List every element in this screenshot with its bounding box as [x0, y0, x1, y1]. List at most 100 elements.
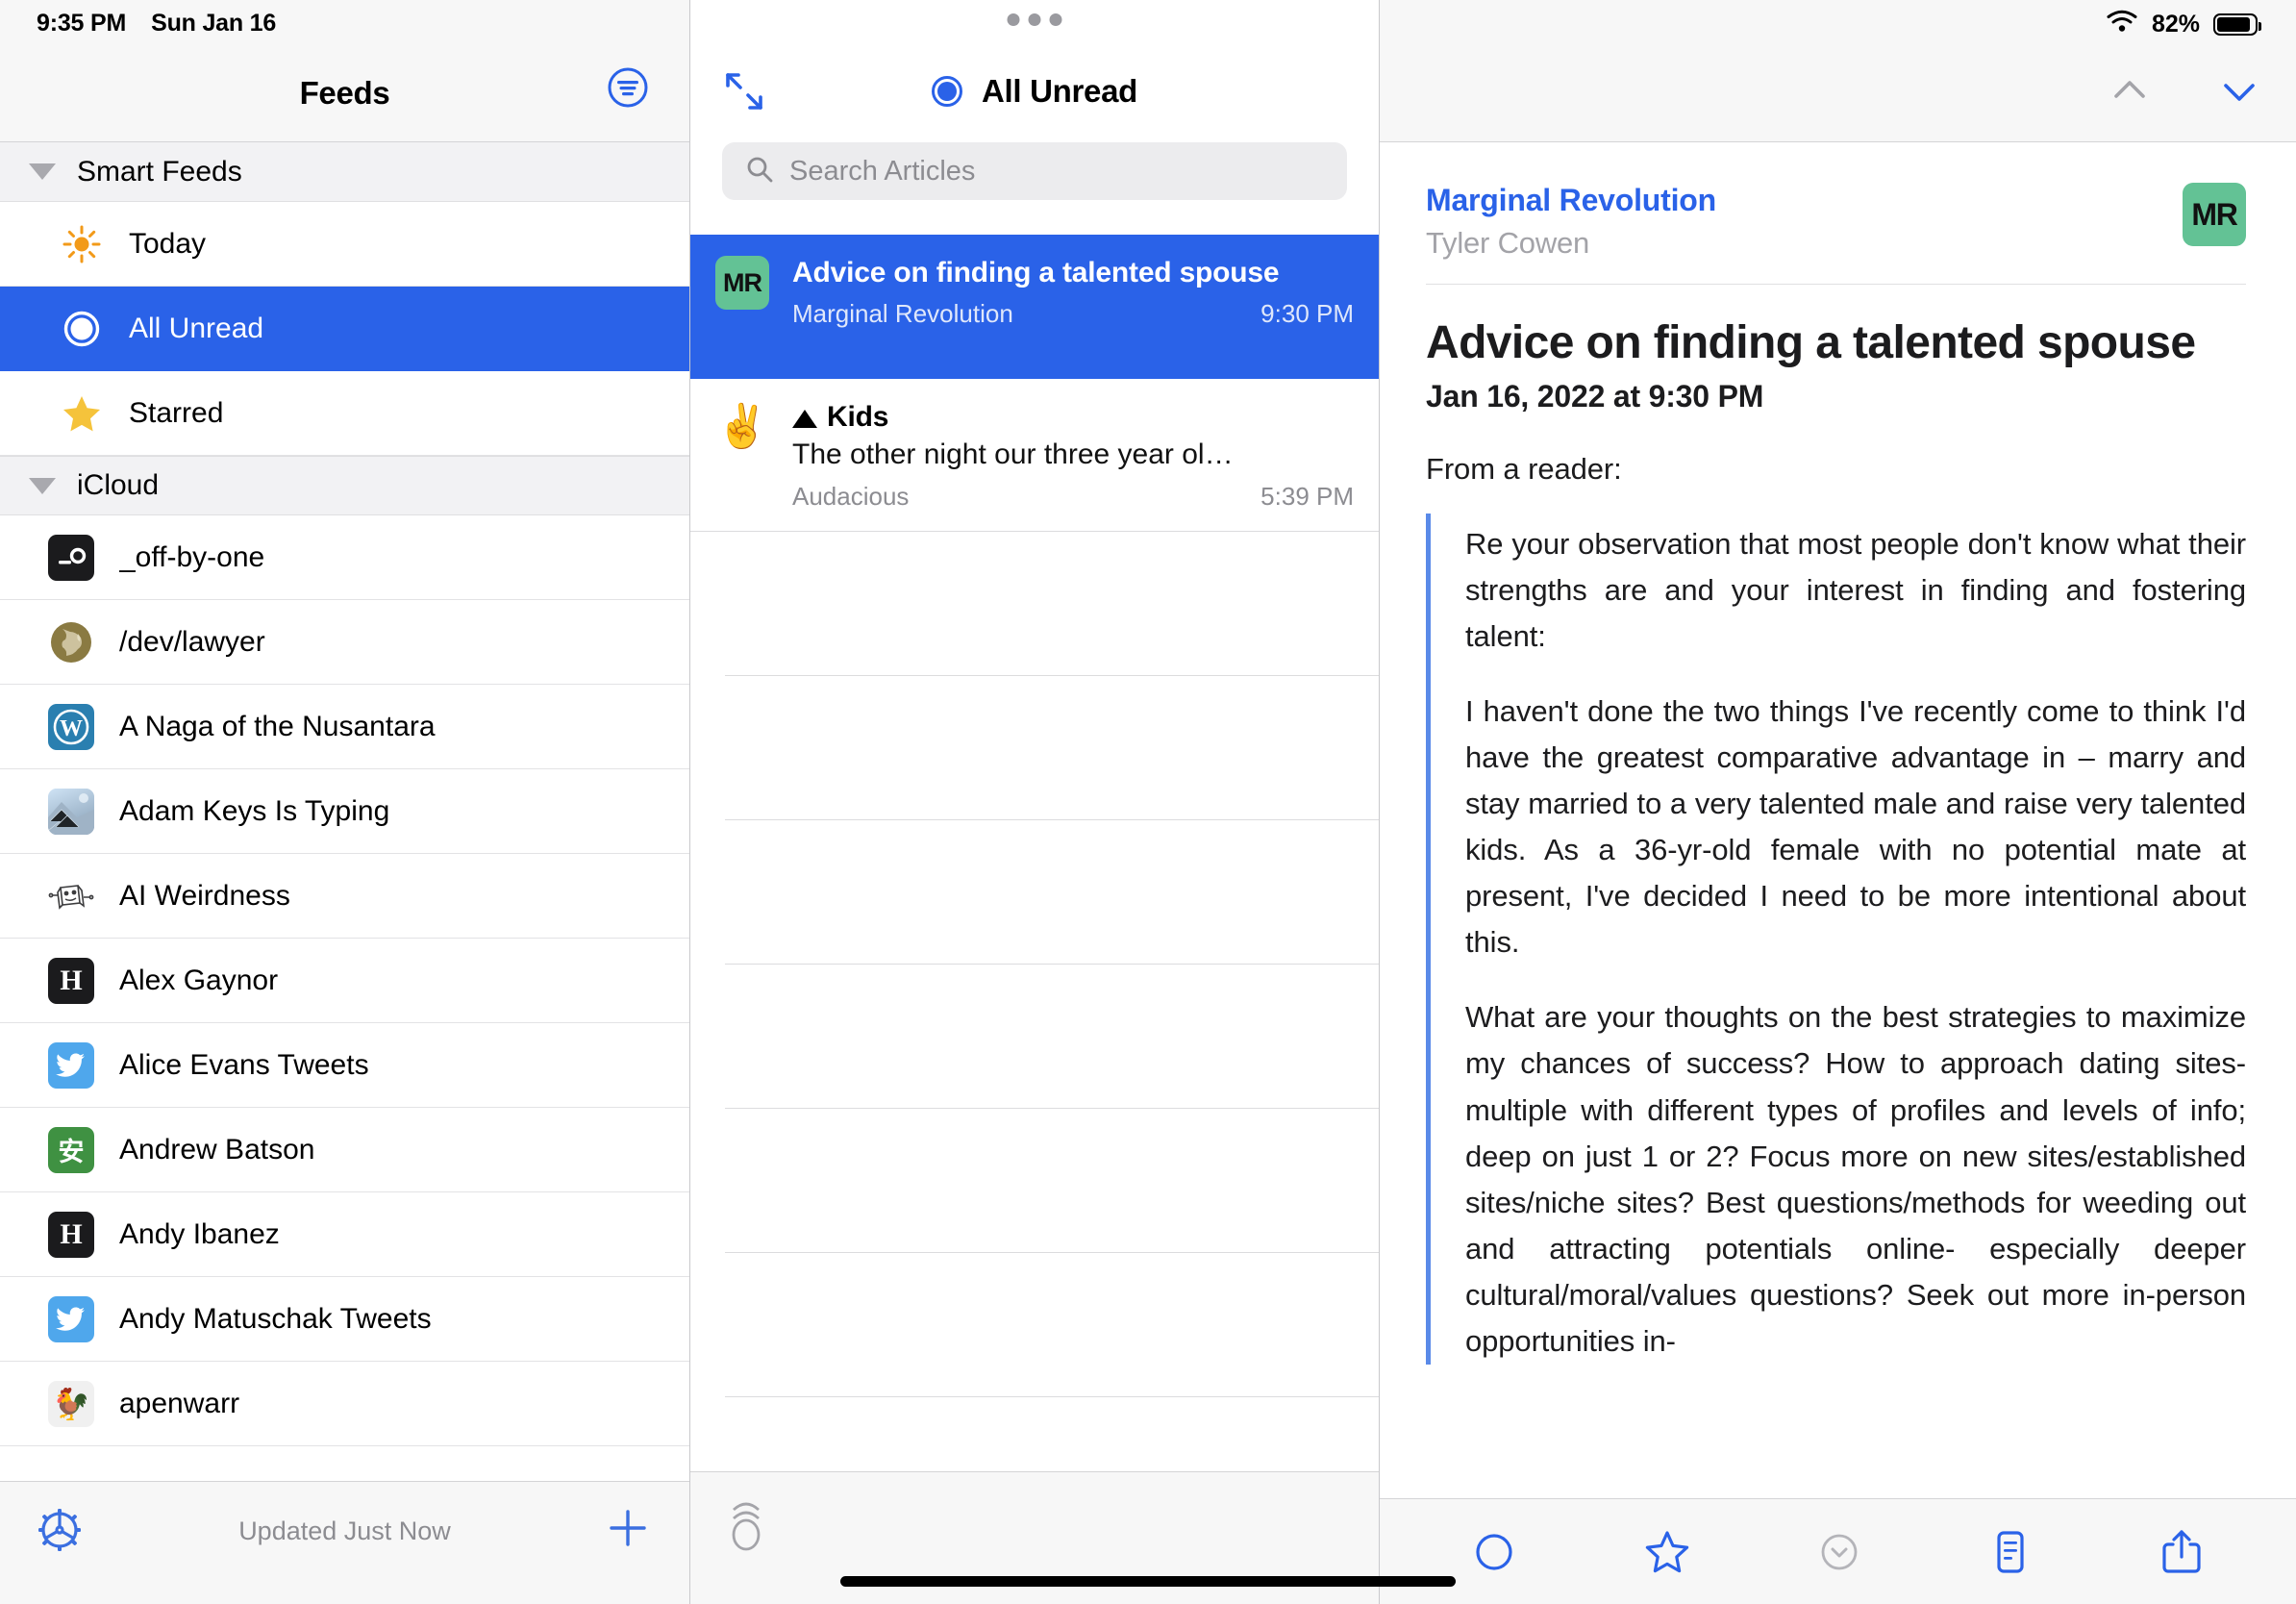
unread-circle-icon	[60, 307, 104, 351]
article-intro-paragraph: From a reader:	[1426, 451, 1622, 486]
page-title: Feeds	[299, 75, 390, 111]
unread-circle-icon	[931, 76, 962, 107]
wordpress-favicon: W	[48, 703, 94, 750]
detail-navigation	[2108, 69, 2261, 113]
sidebar-item-label: apenwarr	[119, 1387, 240, 1419]
article-time: 5:39 PM	[1260, 482, 1354, 512]
empty-list-row	[725, 532, 1379, 677]
group-header-smart-feeds[interactable]: Smart Feeds	[0, 142, 689, 202]
triangle-up-icon	[792, 410, 817, 428]
terminal-favicon	[48, 534, 94, 581]
empty-list-row	[725, 676, 1379, 821]
share-icon[interactable]	[2159, 1527, 2204, 1577]
refresh-status-text: Updated Just Now	[238, 1516, 451, 1545]
triangle-down-icon	[29, 163, 56, 180]
article-content[interactable]: Marginal Revolution Tyler Cowen MR Advic…	[1380, 142, 2296, 1498]
netnewswire-window: Feeds Smart Feeds Today All Unread Starr…	[0, 0, 2296, 1604]
sidebar-item-dev-lawyer[interactable]: /dev/lawyer	[0, 600, 689, 685]
search-container	[690, 142, 1379, 221]
search-field[interactable]	[722, 142, 1347, 200]
article-feed-name: Marginal Revolution	[792, 299, 1013, 329]
detail-feed-line: Marginal Revolution Tyler Cowen MR	[1380, 142, 2296, 261]
article-list-title: All Unread	[690, 73, 1379, 110]
empty-list-row	[725, 1253, 1379, 1398]
chevron-up-icon[interactable]	[2108, 69, 2152, 113]
twitter-favicon	[48, 1041, 94, 1089]
sidebar-item-label: All Unread	[129, 312, 264, 344]
empty-list-row	[725, 820, 1379, 965]
search-input[interactable]	[789, 155, 1324, 188]
triangle-down-icon	[29, 477, 56, 494]
sidebar-item-alice-evans-tweets[interactable]: Alice Evans Tweets	[0, 1023, 689, 1108]
plus-icon[interactable]	[607, 1507, 649, 1549]
article-title: Advice on finding a talented spouse	[792, 257, 1280, 288]
article-summary: The other night our three year ol…	[792, 439, 1234, 471]
sidebar-item-label: Today	[129, 227, 207, 260]
article-detail-column: Marginal Revolution Tyler Cowen MR Advic…	[1380, 0, 2296, 1604]
sidebar-item-label: _off-by-one	[119, 540, 265, 573]
blockquote-paragraph: What are your thoughts on the best strat…	[1465, 1000, 2246, 1358]
feeds-list[interactable]: Smart Feeds Today All Unread Starred iCl…	[0, 142, 689, 1481]
detail-header	[1380, 0, 2296, 142]
sidebar-item-adam-keys-is-typing[interactable]: Adam Keys Is Typing	[0, 769, 689, 854]
sidebar-item-label: /dev/lawyer	[119, 625, 265, 658]
article-blockquote: Re your observation that most people don…	[1426, 514, 2246, 1365]
sidebar-item-andy-ibanez[interactable]: H Andy Ibanez	[0, 1192, 689, 1277]
twitter-favicon	[48, 1295, 94, 1342]
sidebar-item-label: Starred	[129, 396, 224, 429]
sidebar-item-andy-matuschak-tweets[interactable]: Andy Matuschak Tweets	[0, 1277, 689, 1362]
mark-all-read-icon[interactable]	[723, 1495, 773, 1556]
globe-favicon	[48, 619, 94, 665]
svg-text:W: W	[60, 716, 83, 741]
sidebar-item-label: A Naga of the Nusantara	[119, 710, 436, 742]
empty-list-row	[725, 965, 1379, 1110]
sidebar-header: Feeds	[0, 0, 689, 142]
article-time: 9:30 PM	[1260, 299, 1354, 329]
star-outline-icon[interactable]	[1643, 1528, 1691, 1576]
sidebar-item-starred[interactable]: Starred	[0, 371, 689, 456]
blockquote-paragraph: I haven't done the two things I've recen…	[1465, 694, 2246, 960]
sidebar-item-label: AI Weirdness	[119, 879, 290, 912]
sidebar-item-label: Andrew Batson	[119, 1133, 315, 1165]
list-item[interactable]: MR Advice on finding a talented spouse M…	[690, 235, 1379, 379]
h-letter-favicon: H	[48, 957, 94, 1004]
sidebar-item-label: Alex Gaynor	[119, 964, 279, 996]
group-label: Smart Feeds	[77, 155, 242, 188]
chevron-down-circle-icon[interactable]	[1817, 1530, 1861, 1574]
robot-favicon	[48, 873, 94, 919]
reader-view-icon[interactable]	[1988, 1528, 2033, 1576]
sidebar-item-ai-weirdness[interactable]: AI Weirdness	[0, 854, 689, 939]
list-item[interactable]: ✌️ Kids The other night our three year o…	[690, 379, 1379, 533]
chicken-favicon: 🐓	[48, 1380, 94, 1427]
detail-feed-name[interactable]: Marginal Revolution	[1426, 183, 1716, 218]
star-icon	[60, 391, 104, 436]
sidebar-item-today[interactable]: Today	[0, 202, 689, 287]
empty-list-row	[725, 1397, 1379, 1471]
group-label: iCloud	[77, 469, 160, 501]
sidebar-item-alex-gaynor[interactable]: H Alex Gaynor	[0, 939, 689, 1023]
multitask-dots-icon[interactable]	[1007, 13, 1062, 26]
article-list-column: All Unread MR Advice on finding a talent…	[690, 0, 1380, 1604]
sidebar-item-apenwarr[interactable]: 🐓 apenwarr	[0, 1362, 689, 1446]
article-title: Kids	[792, 400, 1354, 434]
mark-unread-circle-icon[interactable]	[1472, 1530, 1516, 1574]
article-list-body[interactable]: MR Advice on finding a talented spouse M…	[690, 221, 1379, 1471]
sidebar-item-a-naga-of-the-nusantara[interactable]: W A Naga of the Nusantara	[0, 685, 689, 769]
search-icon	[745, 155, 774, 188]
sidebar-toolbar: Updated Just Now	[0, 1481, 689, 1604]
group-header-icloud[interactable]: iCloud	[0, 456, 689, 515]
mr-favicon: MR	[715, 256, 769, 310]
detail-toolbar	[1380, 1498, 2296, 1604]
chevron-down-icon[interactable]	[2217, 69, 2261, 113]
sidebar-item-off-by-one[interactable]: _off-by-one	[0, 515, 689, 600]
detail-author: Tyler Cowen	[1426, 226, 1590, 260]
article-feed-name: Audacious	[792, 482, 910, 512]
sidebar-item-all-unread[interactable]: All Unread	[0, 287, 689, 371]
article-list-title-label: All Unread	[981, 73, 1138, 109]
chinese-char-favicon: 安	[48, 1126, 94, 1173]
sidebar-item-andrew-batson[interactable]: 安 Andrew Batson	[0, 1108, 689, 1192]
sidebar-item-label: Andy Matuschak Tweets	[119, 1302, 432, 1335]
filter-icon[interactable]	[607, 66, 649, 109]
avatar: MR	[2183, 183, 2246, 246]
home-indicator	[840, 1576, 1456, 1587]
